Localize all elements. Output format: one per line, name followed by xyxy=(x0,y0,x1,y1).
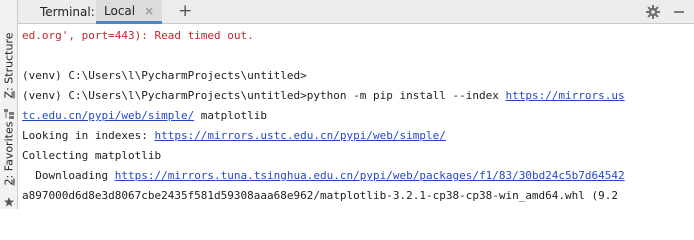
terminal-line: tc.edu.cn/pypi/web/simple/ matplotlib xyxy=(22,106,692,126)
terminal-output[interactable]: ed.org', port=443): Read timed out. (venv… xyxy=(22,26,692,206)
structure-tab-label: Z: Structure xyxy=(2,32,16,98)
favorites-tab-label: 2: Favorites xyxy=(2,121,16,185)
terminal-line: Collecting matplotlib xyxy=(22,146,692,166)
terminal-line: Looking in indexes: https://mirrors.ustc… xyxy=(22,126,692,146)
left-tool-strip: Z: Structure 2: Favorites xyxy=(0,0,18,209)
star-icon xyxy=(4,192,14,211)
structure-tool-tab[interactable]: Z: Structure xyxy=(0,30,18,100)
terminal-line-text: Downloading xyxy=(22,169,115,182)
add-tab-icon[interactable]: + xyxy=(178,2,192,20)
close-icon[interactable]: × xyxy=(144,5,154,17)
terminal-line-text: (venv) C:\Users\l\PycharmProjects\untitl… xyxy=(22,89,506,102)
terminal-link[interactable]: tc.edu.cn/pypi/web/simple/ xyxy=(22,109,194,122)
tab-local-label: Local xyxy=(104,3,136,18)
terminal-link[interactable]: https://mirrors.us xyxy=(505,89,624,102)
terminal-link[interactable]: https://mirrors.tuna.tsinghua.edu.cn/pyp… xyxy=(115,169,625,182)
terminal-line: a897000d6d8e3d8067cbe2435f581d59308aaa68… xyxy=(22,186,692,206)
terminal-line-text: (venv) C:\Users\l\PycharmProjects\untitl… xyxy=(22,69,307,82)
terminal-line-text: Collecting matplotlib xyxy=(22,149,162,162)
terminal-line-text: matplotlib xyxy=(194,109,268,122)
terminal-title: Terminal: xyxy=(40,5,95,19)
terminal-line-text: a897000d6d8e3d8067cbe2435f581d59308aaa68… xyxy=(22,189,619,202)
terminal-line: Downloading https://mirrors.tuna.tsinghu… xyxy=(22,166,692,186)
terminal-link[interactable]: https://mirrors.ustc.edu.cn/pypi/web/sim… xyxy=(154,129,445,142)
terminal-line: (venv) C:\Users\l\PycharmProjects\untitl… xyxy=(22,66,692,86)
terminal-line-text: Looking in indexes: xyxy=(22,129,155,142)
hide-panel-icon[interactable] xyxy=(674,11,684,13)
gear-icon[interactable] xyxy=(646,4,660,23)
terminal-line: ed.org', port=443): Read timed out. xyxy=(22,26,692,46)
terminal-line: (venv) C:\Users\l\PycharmProjects\untitl… xyxy=(22,86,692,106)
tab-local[interactable]: Local × xyxy=(96,0,163,24)
favorites-tool-tab[interactable]: 2: Favorites xyxy=(0,118,18,188)
error-text: ed.org', port=443): Read timed out. xyxy=(22,29,254,42)
terminal-header: Terminal: Local × + xyxy=(18,0,694,24)
